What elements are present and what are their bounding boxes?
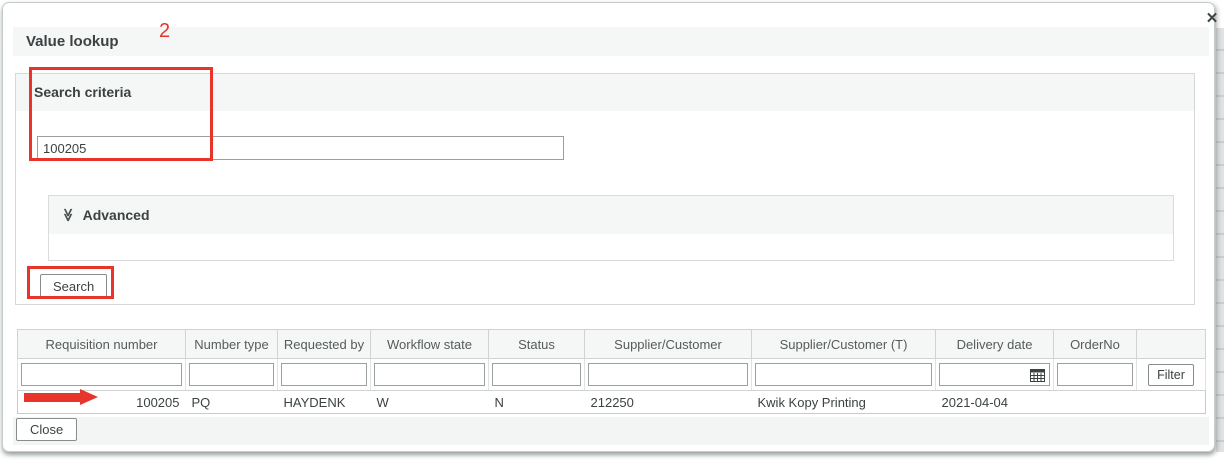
chevron-double-down-icon: ≫ [60, 208, 76, 222]
cell-orderno[interactable] [1053, 390, 1137, 414]
filter-orderno-input[interactable] [1057, 363, 1133, 386]
page: ✕ Value lookup Search criteria ≫ Advance… [0, 0, 1224, 460]
dialog-titlebar: Value lookup [13, 27, 1209, 56]
col-supplier-customer[interactable]: Supplier/Customer [584, 329, 752, 359]
cell-supplier-customer-t[interactable]: Kwik Kopy Printing [751, 390, 936, 414]
col-supplier-customer-t[interactable]: Supplier/Customer (T) [751, 329, 936, 359]
dialog-title: Value lookup [26, 33, 119, 50]
search-criteria-header: Search criteria [16, 74, 1194, 111]
col-requested-by[interactable]: Requested by [277, 329, 371, 359]
table-filter-row: Filter [17, 358, 1206, 391]
filter-supplier-customer-input[interactable] [588, 363, 748, 386]
search-input[interactable] [37, 136, 564, 160]
filter-delivery-date-input[interactable] [940, 364, 1025, 385]
cell-number-type[interactable]: PQ [185, 390, 278, 414]
filter-number-type-input[interactable] [189, 363, 274, 386]
page-scrollbar[interactable] [1216, 28, 1224, 452]
results-table: Requisition number Number type Requested… [17, 329, 1206, 414]
col-status[interactable]: Status [488, 329, 585, 359]
col-workflow-state[interactable]: Workflow state [370, 329, 489, 359]
cell-supplier-customer[interactable]: 212250 [584, 390, 752, 414]
filter-supplier-customer-t-input[interactable] [755, 363, 932, 386]
advanced-body [49, 234, 1173, 260]
cell-workflow-state[interactable]: W [370, 390, 489, 414]
table-row[interactable]: 100205 PQ HAYDENK W N 212250 Kwik Kopy P… [17, 390, 1206, 414]
filter-delivery-date-field [939, 363, 1050, 386]
search-panel: Search criteria ≫ Advanced Search [15, 73, 1195, 305]
annotation-arrow-head-icon [80, 389, 98, 405]
col-orderno[interactable]: OrderNo [1053, 329, 1137, 359]
filter-workflow-state-input[interactable] [374, 363, 485, 386]
cell-status[interactable]: N [488, 390, 585, 414]
search-criteria-label: Search criteria [34, 84, 132, 100]
value-lookup-dialog: ✕ Value lookup Search criteria ≫ Advance… [2, 2, 1218, 452]
advanced-panel: ≫ Advanced [48, 195, 1174, 261]
cell-requested-by[interactable]: HAYDENK [277, 390, 371, 414]
col-requisition-number[interactable]: Requisition number [17, 329, 186, 359]
annotation-arrow-icon [24, 393, 80, 402]
advanced-label: Advanced [82, 207, 150, 223]
filter-requested-by-input[interactable] [281, 363, 367, 386]
search-button[interactable]: Search [40, 274, 108, 298]
cell-actions [1136, 390, 1206, 414]
cell-delivery-date[interactable]: 2021-04-04 [935, 390, 1054, 414]
col-actions [1136, 329, 1206, 359]
footer-strip [13, 417, 1209, 445]
filter-button[interactable]: Filter [1148, 363, 1194, 386]
calendar-icon[interactable] [1025, 364, 1049, 385]
filter-status-input[interactable] [492, 363, 581, 386]
filter-requisition-number-input[interactable] [21, 363, 182, 386]
table-header-row: Requisition number Number type Requested… [17, 329, 1206, 359]
col-number-type[interactable]: Number type [185, 329, 278, 359]
close-button[interactable]: Close [16, 418, 78, 441]
advanced-toggle[interactable]: ≫ Advanced [49, 196, 1173, 234]
annotation-step-number: 2 [159, 20, 171, 42]
col-delivery-date[interactable]: Delivery date [935, 329, 1054, 359]
